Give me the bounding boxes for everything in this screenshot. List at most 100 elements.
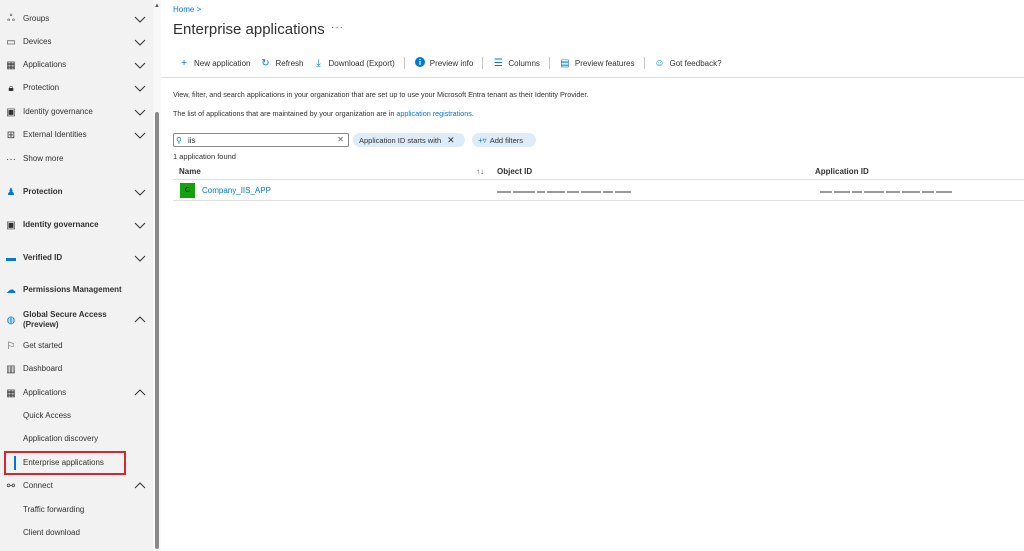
sidebar-item-get-started[interactable]: ⚐ Get started xyxy=(0,339,153,353)
chevron-down-icon[interactable] xyxy=(134,219,146,231)
sidebar-item-label: Dashboard xyxy=(23,364,63,373)
description-suffix: . xyxy=(471,109,474,118)
sidebar-item-label: Protection xyxy=(23,83,60,92)
sidebar-item-label-line2: (Preview) xyxy=(23,320,59,329)
sidebar-item-protection[interactable]: ♟ Protection xyxy=(0,185,153,199)
sidebar-item-client-download[interactable]: Client download xyxy=(0,526,153,540)
sidebar-item-label: Protection xyxy=(23,187,63,196)
column-header-application-id[interactable]: Application ID xyxy=(815,167,869,176)
table-row[interactable]: C Company_IIS_APP xyxy=(173,180,1024,200)
chevron-down-icon[interactable] xyxy=(134,82,146,94)
filter-pill-label: Application ID starts with xyxy=(359,135,442,145)
identity-governance-icon: ▣ xyxy=(6,106,16,118)
description-text: View, filter, and search applications in… xyxy=(173,90,589,99)
new-application-button[interactable]: + New application xyxy=(178,58,250,69)
sidebar-item-verified-id[interactable]: ▬ Verified ID xyxy=(0,251,153,265)
feedback-button[interactable]: ☺ Got feedback? xyxy=(654,58,722,69)
sidebar-item-applications[interactable]: ▦ Applications xyxy=(0,58,153,72)
sidebar-item-devices[interactable]: ▭ Devices xyxy=(0,35,153,49)
filter-pill-application-id[interactable]: Application ID starts with ✕ xyxy=(353,133,465,147)
chevron-down-icon[interactable] xyxy=(134,36,146,48)
sidebar-item-label: Client download xyxy=(23,528,80,537)
download-icon: ⤓ xyxy=(316,57,321,69)
clear-search-icon[interactable]: ✕ xyxy=(337,135,344,144)
sort-icon[interactable]: ↑↓ xyxy=(476,167,484,176)
sidebar-item-dashboard[interactable]: ▥ Dashboard xyxy=(0,362,153,376)
sidebar-item-applications[interactable]: ▦ Applications xyxy=(0,386,153,400)
sidebar-item-global-secure-access[interactable]: ◍ Global Secure Access (Preview) xyxy=(0,310,153,329)
sidebar-item-label: Get started xyxy=(23,341,63,350)
chevron-down-icon[interactable] xyxy=(134,106,146,118)
plus-icon: + xyxy=(181,57,187,69)
toolbar-separator xyxy=(548,57,550,69)
identity-governance-icon: ▣ xyxy=(6,219,16,231)
scrollbar-thumb[interactable] xyxy=(155,112,159,549)
sidebar-item-label: Permissions Management xyxy=(23,285,122,294)
sidebar-item-label: Global Secure Access xyxy=(23,310,107,319)
sidebar-item-label: Applications xyxy=(23,60,67,69)
preview-info-button[interactable]: Preview info xyxy=(414,56,473,70)
chevron-down-icon[interactable] xyxy=(134,59,146,71)
chevron-down-icon[interactable] xyxy=(134,252,146,264)
refresh-button[interactable]: ↻ Refresh xyxy=(259,58,303,69)
remove-filter-icon[interactable]: ✕ xyxy=(447,135,455,146)
devices-icon: ▭ xyxy=(6,36,16,48)
search-input[interactable] xyxy=(188,135,328,145)
feedback-label: Got feedback? xyxy=(669,58,722,68)
application-registrations-link[interactable]: application registrations xyxy=(396,109,472,118)
object-id-redacted xyxy=(497,187,645,193)
more-options-icon[interactable]: ··· xyxy=(331,22,344,33)
chevron-up-icon[interactable] xyxy=(134,314,146,326)
sidebar-item-application-discovery[interactable]: Application discovery xyxy=(0,432,153,446)
sidebar-item-show-more[interactable]: ··· Show more xyxy=(0,152,153,166)
preview-features-icon: ▤ xyxy=(560,57,570,69)
sidebar-item-label: Identity governance xyxy=(23,107,93,116)
verified-id-icon: ▬ xyxy=(6,252,16,264)
applications-icon: ▦ xyxy=(6,59,16,71)
chevron-down-icon[interactable] xyxy=(134,186,146,198)
columns-label: Columns xyxy=(508,58,540,68)
sidebar-item-connect[interactable]: ⚯ Connect xyxy=(0,479,153,493)
sidebar-item-label: Show more xyxy=(23,154,64,163)
sidebar-item-identity-governance[interactable]: ▣ Identity governance xyxy=(0,218,153,232)
column-header-name[interactable]: Name xyxy=(179,167,201,176)
groups-icon: ஃ xyxy=(7,13,15,24)
toolbar-divider xyxy=(161,77,1024,78)
breadcrumb-home[interactable]: Home > xyxy=(173,5,201,14)
sidebar-item-identity-governance[interactable]: ▣ Identity governance xyxy=(0,105,153,119)
sidebar-item-external-identities[interactable]: ⊞ External Identities xyxy=(0,128,153,142)
chevron-down-icon[interactable] xyxy=(134,13,146,25)
chevron-up-icon[interactable] xyxy=(134,387,146,399)
scroll-up-arrow-icon[interactable]: ▲ xyxy=(153,2,161,10)
description-prefix: The list of applications that are mainta… xyxy=(173,109,397,118)
sidebar-item-protection[interactable]: 🔒︎ Protection xyxy=(0,81,153,95)
search-box[interactable]: ⚲ ✕ xyxy=(173,133,349,147)
sidebar-item-traffic-forwarding[interactable]: Traffic forwarding xyxy=(0,503,153,517)
dashboard-icon: ▥ xyxy=(6,363,16,375)
columns-icon: ☰ xyxy=(493,57,503,69)
chevron-down-icon[interactable] xyxy=(134,129,146,141)
info-icon xyxy=(414,56,426,70)
preview-features-button[interactable]: ▤ Preview features xyxy=(559,57,635,69)
refresh-icon: ↻ xyxy=(261,57,270,69)
sidebar-item-quick-access[interactable]: Quick Access xyxy=(0,409,153,423)
globe-icon: ◍ xyxy=(6,314,16,326)
add-filters-button[interactable]: +▿ Add filters xyxy=(472,133,536,147)
new-application-label: New application xyxy=(194,58,251,68)
sidebar-item-permissions-management[interactable]: ☁ Permissions Management xyxy=(0,283,153,297)
toolbar-separator xyxy=(482,57,484,69)
sidebar-item-label: Application discovery xyxy=(23,434,99,443)
columns-button[interactable]: ☰ Columns xyxy=(492,58,540,69)
application-id-redacted xyxy=(820,187,960,193)
sidebar-item-groups[interactable]: ஃ Groups xyxy=(0,12,153,26)
chevron-up-icon[interactable] xyxy=(134,480,146,492)
page-title: Enterprise applications xyxy=(173,21,325,38)
app-avatar: C xyxy=(180,183,195,198)
download-label: Download (Export) xyxy=(328,58,395,68)
command-bar: + New application ↻ Refresh ⤓ Download (… xyxy=(178,56,731,70)
column-header-object-id[interactable]: Object ID xyxy=(497,167,532,176)
toolbar-separator xyxy=(643,57,645,69)
app-name-link[interactable]: Company_IIS_APP xyxy=(202,186,271,195)
download-button[interactable]: ⤓ Download (Export) xyxy=(313,57,395,69)
preview-features-label: Preview features xyxy=(574,58,635,68)
